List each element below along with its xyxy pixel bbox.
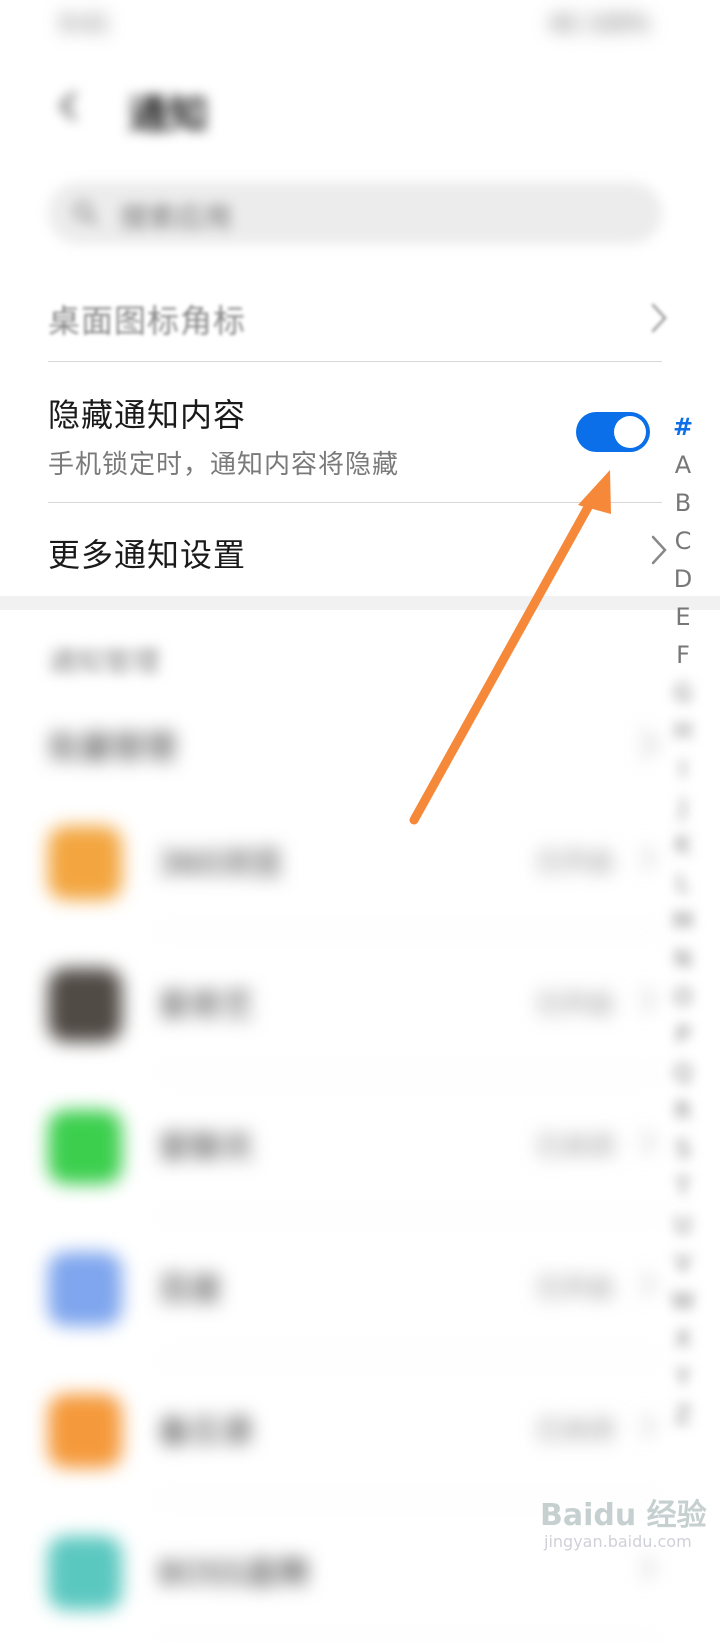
- index-letter-hash[interactable]: #: [668, 408, 698, 446]
- index-letter[interactable]: S: [668, 1130, 698, 1168]
- index-letter[interactable]: U: [668, 1206, 698, 1244]
- chevron-right-icon: [642, 1272, 655, 1296]
- index-letter[interactable]: B: [668, 484, 698, 522]
- watermark-logo: Baidu 经验 jingyan.baidu.com: [540, 1490, 710, 1570]
- app-notification-status: 已开启: [536, 1274, 615, 1304]
- notification-management-header: 通知管理: [48, 645, 161, 678]
- index-letter[interactable]: T: [668, 1168, 698, 1206]
- back-arrow-icon[interactable]: [48, 86, 88, 126]
- status-time: 9:41: [60, 12, 110, 37]
- app-name: 360浏览: [158, 844, 284, 882]
- app-list-item[interactable]: 360浏览 已开启: [0, 790, 720, 932]
- index-letter[interactable]: Y: [668, 1358, 698, 1396]
- chevron-right-icon: [651, 303, 667, 333]
- app-name: 百度: [158, 1270, 223, 1308]
- index-letter[interactable]: G: [668, 674, 698, 712]
- app-name: 爱奇艺: [158, 986, 255, 1024]
- search-input[interactable]: 搜索应用: [48, 182, 662, 244]
- page-title: 通知: [128, 92, 208, 138]
- status-indicators: 4G 100%: [549, 12, 650, 37]
- index-letter[interactable]: W: [668, 1282, 698, 1320]
- toggle-knob: [614, 416, 646, 448]
- index-letter[interactable]: F: [668, 636, 698, 674]
- index-letter[interactable]: N: [668, 940, 698, 978]
- index-letter[interactable]: L: [668, 864, 698, 902]
- chevron-right-icon: [642, 988, 655, 1012]
- divider: [48, 361, 662, 362]
- app-name: BOSS直聘: [158, 1554, 310, 1592]
- chevron-right-icon: [642, 1414, 655, 1438]
- app-notification-status: 已关闭: [536, 1416, 615, 1446]
- hide-content-label: 隐藏通知内容: [48, 396, 247, 434]
- app-list-item[interactable]: 备忘录 已关闭: [0, 1358, 720, 1500]
- index-letter[interactable]: R: [668, 1092, 698, 1130]
- app-list-item[interactable]: 爱聊天 已关闭: [0, 1074, 720, 1216]
- app-name: 备忘录: [158, 1412, 255, 1450]
- app-icon: [48, 1252, 122, 1326]
- chevron-right-icon: [642, 730, 657, 758]
- index-letter[interactable]: M: [668, 902, 698, 940]
- app-notification-status: 已开启: [536, 848, 615, 878]
- app-list-item[interactable]: 爱奇艺 已开启: [0, 932, 720, 1074]
- divider: [48, 502, 662, 503]
- index-letter[interactable]: H: [668, 712, 698, 750]
- badges-label: 桌面图标角标: [48, 302, 247, 340]
- chevron-right-icon: [642, 1130, 655, 1154]
- more-settings-label: 更多通知设置: [48, 536, 247, 574]
- app-notification-status: 已关闭: [536, 1132, 615, 1162]
- badges-setting-row[interactable]: 桌面图标角标: [0, 282, 720, 362]
- app-icon: [48, 1110, 122, 1184]
- page-header: 通知: [0, 72, 720, 142]
- search-placeholder: 搜索应用: [120, 201, 233, 234]
- index-letter[interactable]: Q: [668, 1054, 698, 1092]
- index-letter[interactable]: E: [668, 598, 698, 636]
- app-icon: [48, 826, 122, 900]
- app-list-item[interactable]: 百度 已开启: [0, 1216, 720, 1358]
- index-letter[interactable]: X: [668, 1320, 698, 1358]
- hide-content-toggle[interactable]: [576, 412, 650, 452]
- app-icon: [48, 1394, 122, 1468]
- watermark-url: jingyan.baidu.com: [544, 1532, 692, 1551]
- app-notification-status: 已开启: [536, 990, 615, 1020]
- watermark-text: Baidu 经验: [540, 1498, 707, 1533]
- search-icon: [73, 201, 98, 226]
- status-bar: 9:41 4G 100%: [0, 0, 720, 52]
- alphabet-index[interactable]: # ABCDEFGHIJKLMNOPQRSTUVWXYZ: [668, 408, 698, 1434]
- chevron-right-icon: [642, 846, 655, 870]
- chevron-right-icon: [651, 535, 667, 565]
- app-icon: [48, 968, 122, 1042]
- index-letter[interactable]: P: [668, 1016, 698, 1054]
- hide-content-description: 手机锁定时，通知内容将隐藏: [48, 450, 400, 480]
- index-letter[interactable]: J: [668, 788, 698, 826]
- more-settings-row[interactable]: 更多通知设置: [0, 504, 720, 596]
- app-icon: [48, 1536, 122, 1610]
- app-name: 爱聊天: [158, 1128, 255, 1166]
- index-letter[interactable]: K: [668, 826, 698, 864]
- index-letter[interactable]: C: [668, 522, 698, 560]
- batch-manage-item[interactable]: 批量管理: [48, 722, 176, 768]
- index-letter[interactable]: I: [668, 750, 698, 788]
- index-letter[interactable]: O: [668, 978, 698, 1016]
- index-letter[interactable]: D: [668, 560, 698, 598]
- index-letter[interactable]: A: [668, 446, 698, 484]
- section-separator: [0, 596, 720, 610]
- index-letter[interactable]: Z: [668, 1396, 698, 1434]
- index-letter[interactable]: V: [668, 1244, 698, 1282]
